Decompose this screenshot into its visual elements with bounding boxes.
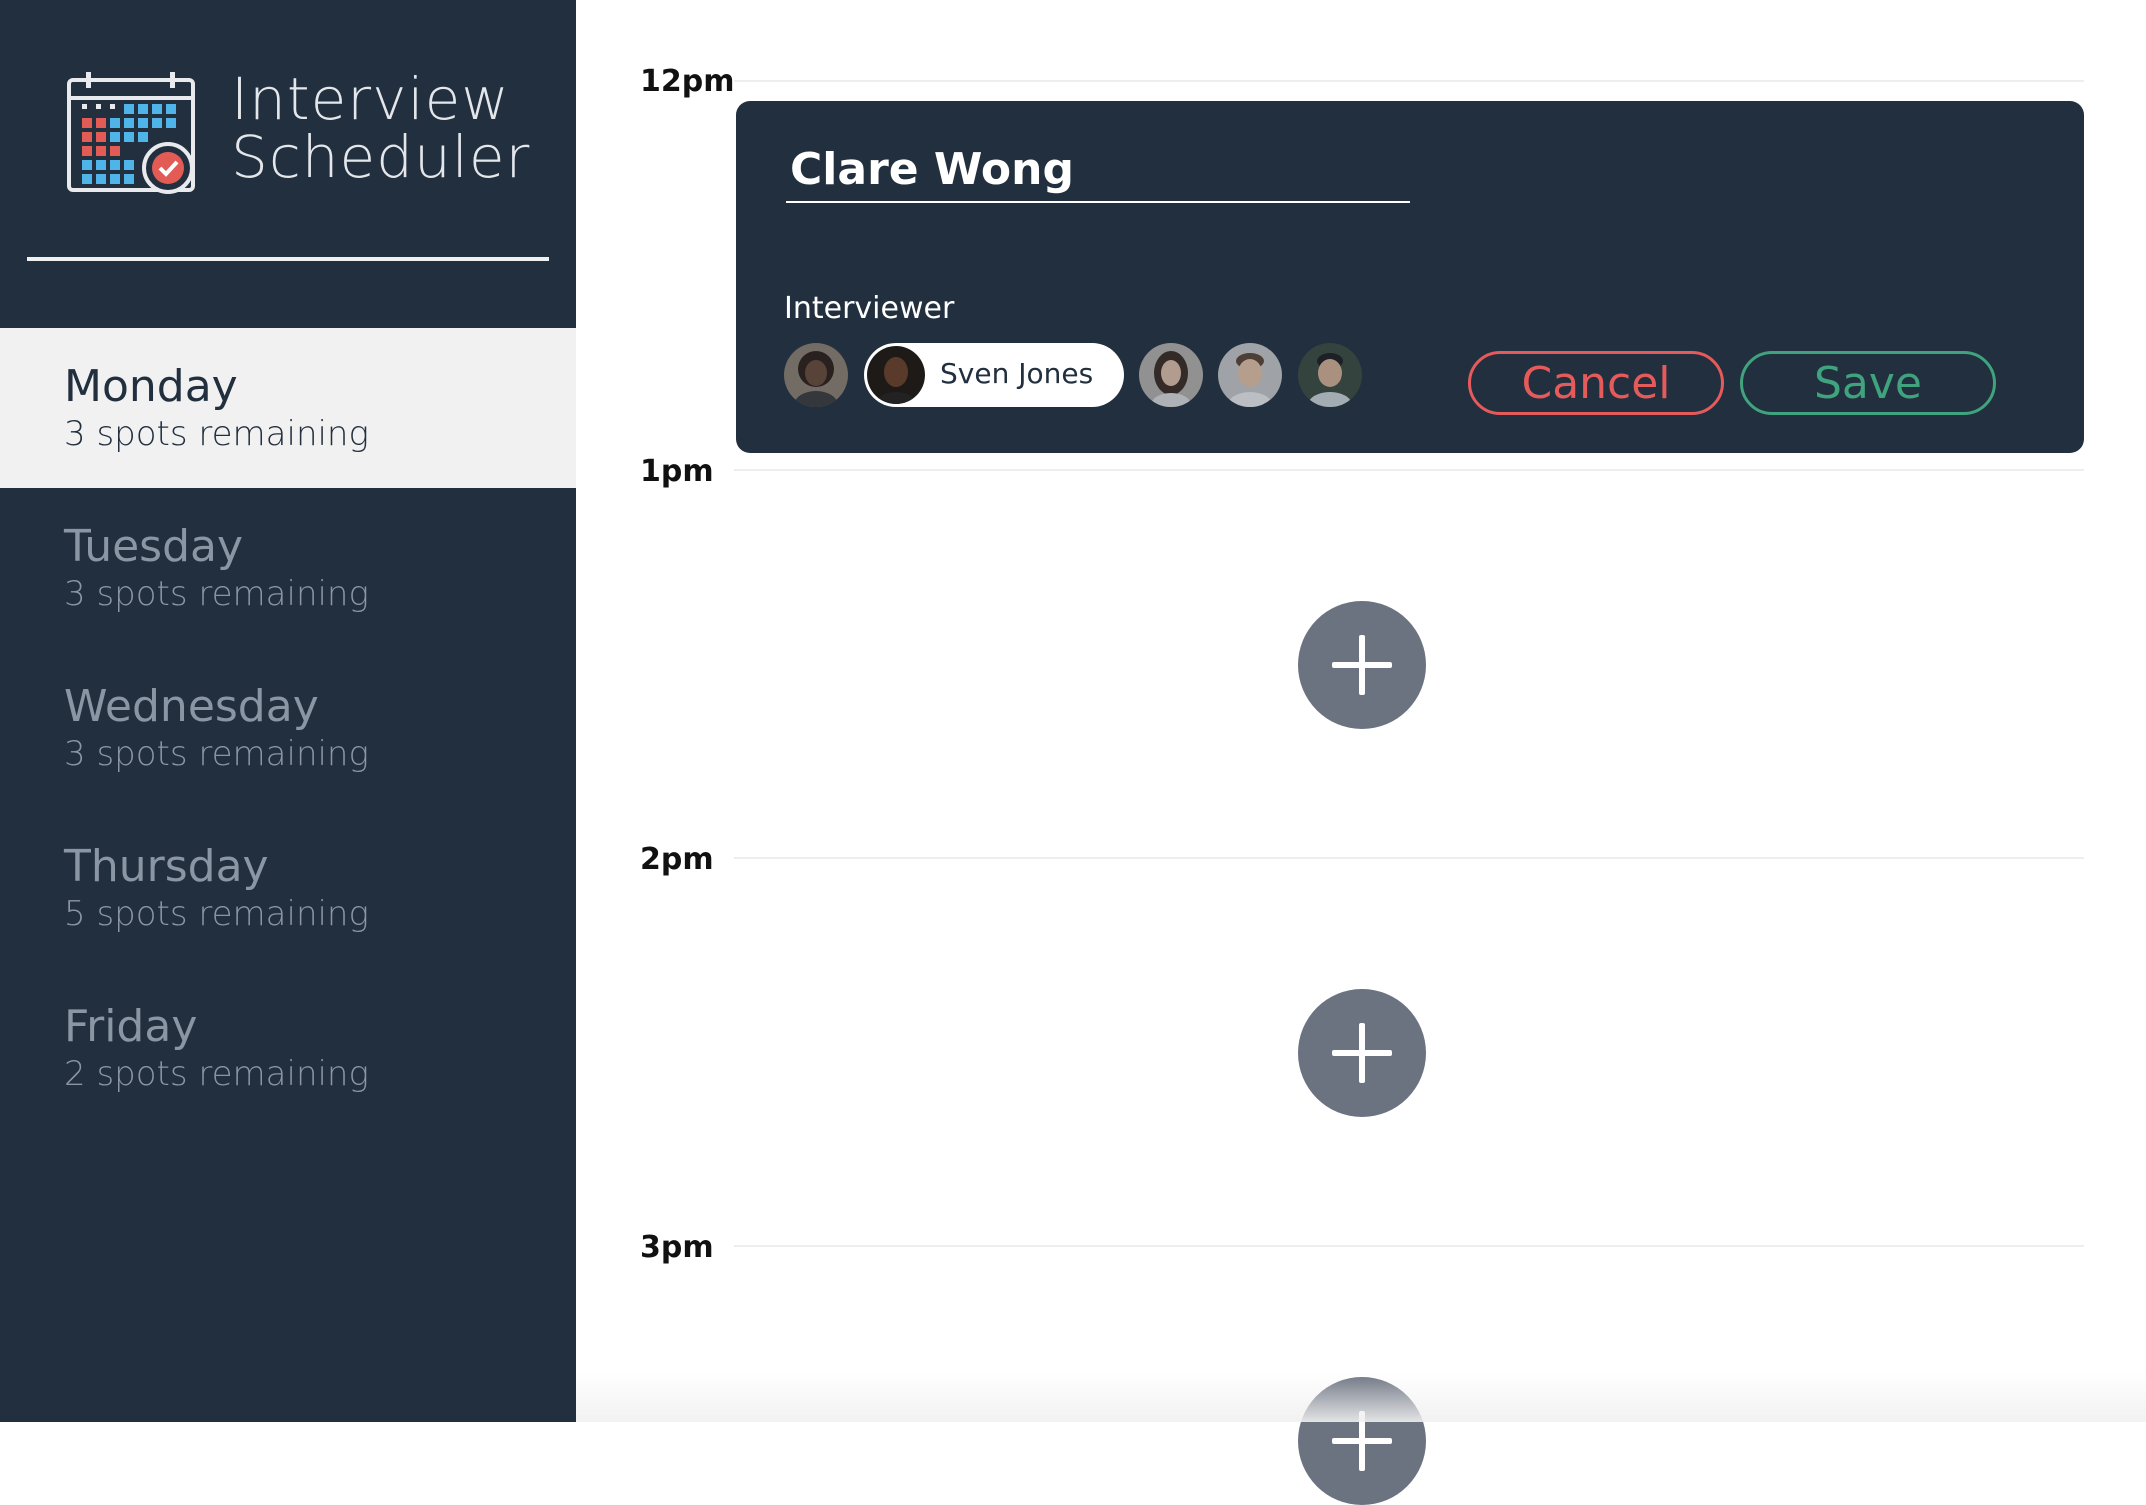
- day-item-monday[interactable]: Monday 3 spots remaining: [0, 328, 576, 488]
- avatar-woman-icon: [1139, 343, 1203, 407]
- selected-interviewer-name: Sven Jones: [940, 357, 1094, 390]
- day-spots: 3 spots remaining: [64, 574, 369, 614]
- hour-label-12pm: 12pm: [640, 64, 735, 99]
- appointment-form: Clare Wong Interviewer Sven Jones Cancel…: [736, 101, 2084, 453]
- interviewer-avatar: [867, 346, 925, 404]
- avatar-man-icon: [1298, 343, 1362, 407]
- app-title-line-1: Interview: [231, 65, 510, 133]
- hour-divider: [734, 1245, 2084, 1247]
- day-name: Monday: [64, 361, 238, 412]
- sidebar-divider: [27, 257, 549, 261]
- hour-divider: [734, 469, 2084, 471]
- hour-label-2pm: 2pm: [640, 842, 714, 877]
- day-name: Friday: [64, 1001, 198, 1052]
- day-spots: 3 spots remaining: [64, 734, 369, 774]
- interviewer-avatar[interactable]: [1139, 343, 1203, 407]
- day-item-friday[interactable]: Friday 2 spots remaining: [0, 968, 576, 1128]
- add-appointment-button[interactable]: [1298, 989, 1426, 1117]
- day-name: Thursday: [64, 841, 269, 892]
- hour-label-3pm: 3pm: [640, 1230, 714, 1265]
- day-spots: 3 spots remaining: [64, 414, 369, 454]
- day-name: Tuesday: [64, 521, 244, 572]
- avatar-man-icon: [867, 346, 925, 404]
- avatar-woman-icon: [784, 343, 848, 407]
- schedule: 12pm Clare Wong Interviewer Sven Jones C…: [576, 0, 2146, 1505]
- avatar-man-icon: [1218, 343, 1282, 407]
- interviewer-avatar[interactable]: [784, 343, 848, 407]
- hour-label-1pm: 1pm: [640, 454, 714, 489]
- scroll-fade: [576, 1372, 2146, 1422]
- interviewer-avatar[interactable]: [1298, 343, 1362, 407]
- brand: Interview Scheduler: [66, 70, 536, 200]
- interviewer-avatar[interactable]: [1218, 343, 1282, 407]
- day-item-tuesday[interactable]: Tuesday 3 spots remaining: [0, 488, 576, 648]
- app-title-line-2: Scheduler: [231, 123, 531, 191]
- calendar-check-icon: [66, 70, 196, 198]
- app-title: Interview Scheduler: [231, 70, 530, 186]
- interviewer-label: Interviewer: [784, 291, 955, 326]
- hour-divider: [734, 857, 2084, 859]
- day-spots: 5 spots remaining: [64, 894, 369, 934]
- day-item-thursday[interactable]: Thursday 5 spots remaining: [0, 808, 576, 968]
- day-item-wednesday[interactable]: Wednesday 3 spots remaining: [0, 648, 576, 808]
- save-button[interactable]: Save: [1740, 351, 1996, 415]
- cancel-button[interactable]: Cancel: [1468, 351, 1724, 415]
- selected-interviewer[interactable]: Sven Jones: [864, 343, 1124, 407]
- student-name-input[interactable]: Clare Wong: [786, 141, 1410, 203]
- sidebar: Interview Scheduler Monday 3 spots remai…: [0, 0, 576, 1422]
- day-spots: 2 spots remaining: [64, 1054, 369, 1094]
- add-appointment-button[interactable]: [1298, 601, 1426, 729]
- day-name: Wednesday: [64, 681, 319, 732]
- hour-divider: [734, 80, 2084, 82]
- day-list: Monday 3 spots remaining Tuesday 3 spots…: [0, 328, 576, 1128]
